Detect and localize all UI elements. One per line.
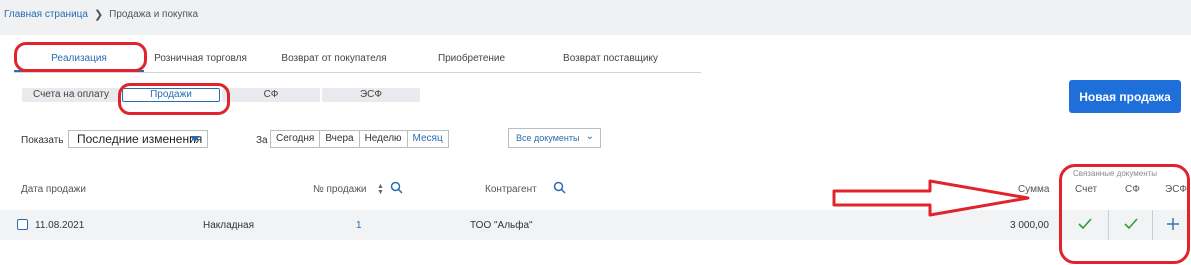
annotation-arrow-icon — [832, 179, 1030, 217]
row-sum: 3 000,00 — [1010, 220, 1049, 231]
show-label: Показать — [21, 135, 64, 146]
period-switcher: Сегодня Вчера Неделю Месяц — [270, 130, 449, 148]
column-divider — [1060, 210, 1061, 240]
header-esf: ЭСФ — [1165, 184, 1188, 195]
header-number[interactable]: № продажи — [313, 184, 367, 195]
column-divider — [1108, 210, 1109, 240]
tab-purchase[interactable]: Приобретение — [411, 44, 532, 72]
header-date: Дата продажи — [21, 184, 86, 195]
breadcrumb-current: Продажа и покупка — [109, 9, 199, 20]
row-counterparty: ТОО "Альфа" — [470, 220, 533, 231]
show-select[interactable]: Последние изменения — [68, 130, 208, 148]
row-number-link[interactable]: 1 — [356, 220, 362, 231]
subtab-sf[interactable]: СФ — [222, 88, 320, 102]
row-checkbox[interactable] — [17, 219, 28, 230]
header-invoice: Счет — [1075, 184, 1098, 195]
sf-check-icon[interactable] — [1123, 217, 1139, 231]
header-sf: СФ — [1125, 184, 1140, 195]
invoice-check-icon[interactable] — [1077, 217, 1093, 231]
chevron-right-icon: ❯ — [93, 9, 104, 21]
breadcrumb-home-link[interactable]: Главная страница — [4, 9, 88, 20]
new-sale-button[interactable]: Новая продажа — [1069, 80, 1181, 113]
period-week[interactable]: Неделю — [359, 131, 408, 147]
header-counterparty: Контрагент — [485, 184, 537, 195]
sort-icon[interactable]: ▲ ▼ — [377, 183, 384, 196]
period-month[interactable]: Месяц — [407, 131, 448, 147]
period-label: За — [256, 135, 268, 146]
caret-down-icon — [190, 136, 200, 142]
document-tabs: Реализация Розничная торговля Возврат от… — [14, 44, 701, 73]
row-date: 11.08.2021 — [35, 220, 85, 231]
show-select-value: Последние изменения — [77, 132, 203, 146]
search-icon[interactable] — [553, 181, 566, 194]
linked-docs-title: Связанные документы — [1073, 169, 1158, 178]
breadcrumb: Главная страница ❯ Продажа и покупка — [4, 8, 198, 21]
esf-add-plus-icon[interactable] — [1166, 217, 1180, 231]
period-today[interactable]: Сегодня — [271, 131, 321, 147]
subtab-esf[interactable]: ЭСФ — [322, 88, 420, 102]
chevron-down-icon: ⌄ — [585, 131, 594, 142]
column-divider — [1152, 210, 1153, 240]
subtab-invoices[interactable]: Счета на оплату — [22, 88, 120, 102]
tab-customer-return[interactable]: Возврат от покупателя — [257, 44, 411, 72]
documents-select[interactable]: Все документы ⌄ — [508, 128, 601, 148]
period-yesterday[interactable]: Вчера — [320, 131, 360, 147]
documents-select-value: Все документы — [516, 133, 580, 143]
tab-supplier-return[interactable]: Возврат поставщику — [532, 44, 689, 72]
tab-retail[interactable]: Розничная торговля — [144, 44, 257, 72]
search-icon[interactable] — [390, 181, 403, 194]
tab-sales[interactable]: Реализация — [14, 44, 144, 72]
row-type: Накладная — [203, 220, 255, 231]
subtab-sales[interactable]: Продажи — [122, 88, 220, 102]
